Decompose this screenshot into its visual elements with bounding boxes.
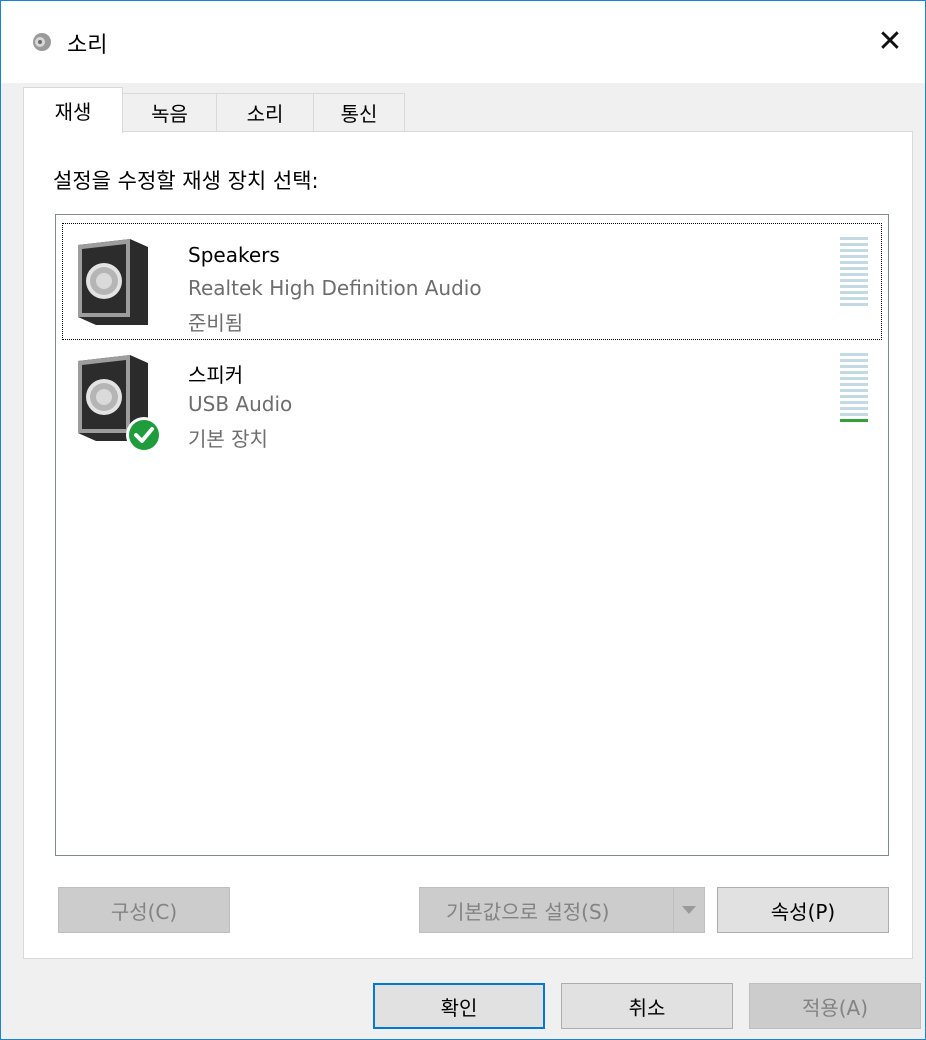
- meter-bar: [840, 237, 868, 240]
- properties-button[interactable]: 속성(P): [717, 887, 889, 933]
- close-icon: ✕: [877, 23, 903, 59]
- meter-bar: [840, 243, 868, 246]
- ok-button[interactable]: 확인: [373, 983, 545, 1029]
- speaker-app-icon: [33, 33, 51, 51]
- meter-bar: [840, 395, 868, 398]
- meter-bar: [840, 255, 868, 258]
- apply-button[interactable]: 적용(A): [749, 983, 921, 1029]
- device-name: 스피커: [188, 363, 244, 387]
- instruction-label: 설정을 수정할 재생 장치 선택:: [53, 169, 319, 193]
- set-default-dropdown[interactable]: [673, 888, 704, 932]
- set-default-button[interactable]: 기본값으로 설정(S): [419, 887, 705, 933]
- meter-bar: [840, 359, 868, 362]
- meter-bar: [840, 371, 868, 374]
- device-item-usb-speaker[interactable]: 스피커 USB Audio 기본 장치: [62, 339, 882, 456]
- meter-bar: [840, 413, 868, 416]
- meter-bar: [840, 279, 868, 282]
- tab-playback[interactable]: 재생: [23, 87, 123, 133]
- sound-dialog: 소리 ✕ 재생 녹음 소리 통신 설정을 수정할 재생 장치 선택: Speak…: [0, 0, 926, 1040]
- configure-button[interactable]: 구성(C): [58, 887, 230, 933]
- title-bar: 소리 ✕: [1, 1, 925, 83]
- meter-bar: [840, 303, 868, 306]
- meter-bar: [840, 285, 868, 288]
- meter-bar: [840, 389, 868, 392]
- meter-bar-active: [840, 419, 868, 422]
- meter-bar: [840, 273, 868, 276]
- volume-meter: [840, 353, 868, 425]
- close-button[interactable]: ✕: [855, 1, 925, 81]
- meter-bar: [840, 267, 868, 270]
- meter-bar: [840, 297, 868, 300]
- device-item-speakers[interactable]: Speakers Realtek High Definition Audio 준…: [62, 223, 882, 340]
- meter-bar: [840, 383, 868, 386]
- chevron-down-icon: [682, 906, 696, 914]
- tab-recording[interactable]: 녹음: [122, 93, 217, 131]
- cancel-button[interactable]: 취소: [561, 983, 733, 1029]
- tab-communications[interactable]: 통신: [313, 93, 405, 131]
- device-status: 준비됨: [188, 311, 244, 335]
- meter-bar: [840, 291, 868, 294]
- meter-bar: [840, 401, 868, 404]
- tab-sounds[interactable]: 소리: [216, 93, 314, 131]
- meter-bar: [840, 365, 868, 368]
- meter-bar: [840, 407, 868, 410]
- meter-bar: [840, 261, 868, 264]
- speaker-icon: [78, 239, 148, 325]
- device-list[interactable]: Speakers Realtek High Definition Audio 준…: [55, 214, 889, 856]
- device-driver: Realtek High Definition Audio: [188, 276, 482, 300]
- device-name: Speakers: [188, 243, 280, 267]
- device-driver: USB Audio: [188, 392, 293, 416]
- volume-meter: [840, 237, 868, 309]
- default-device-check-icon: [126, 417, 162, 453]
- device-status: 기본 장치: [188, 427, 268, 451]
- meter-bar: [840, 353, 868, 356]
- window-title: 소리: [67, 33, 108, 58]
- meter-bar: [840, 377, 868, 380]
- meter-bar: [840, 249, 868, 252]
